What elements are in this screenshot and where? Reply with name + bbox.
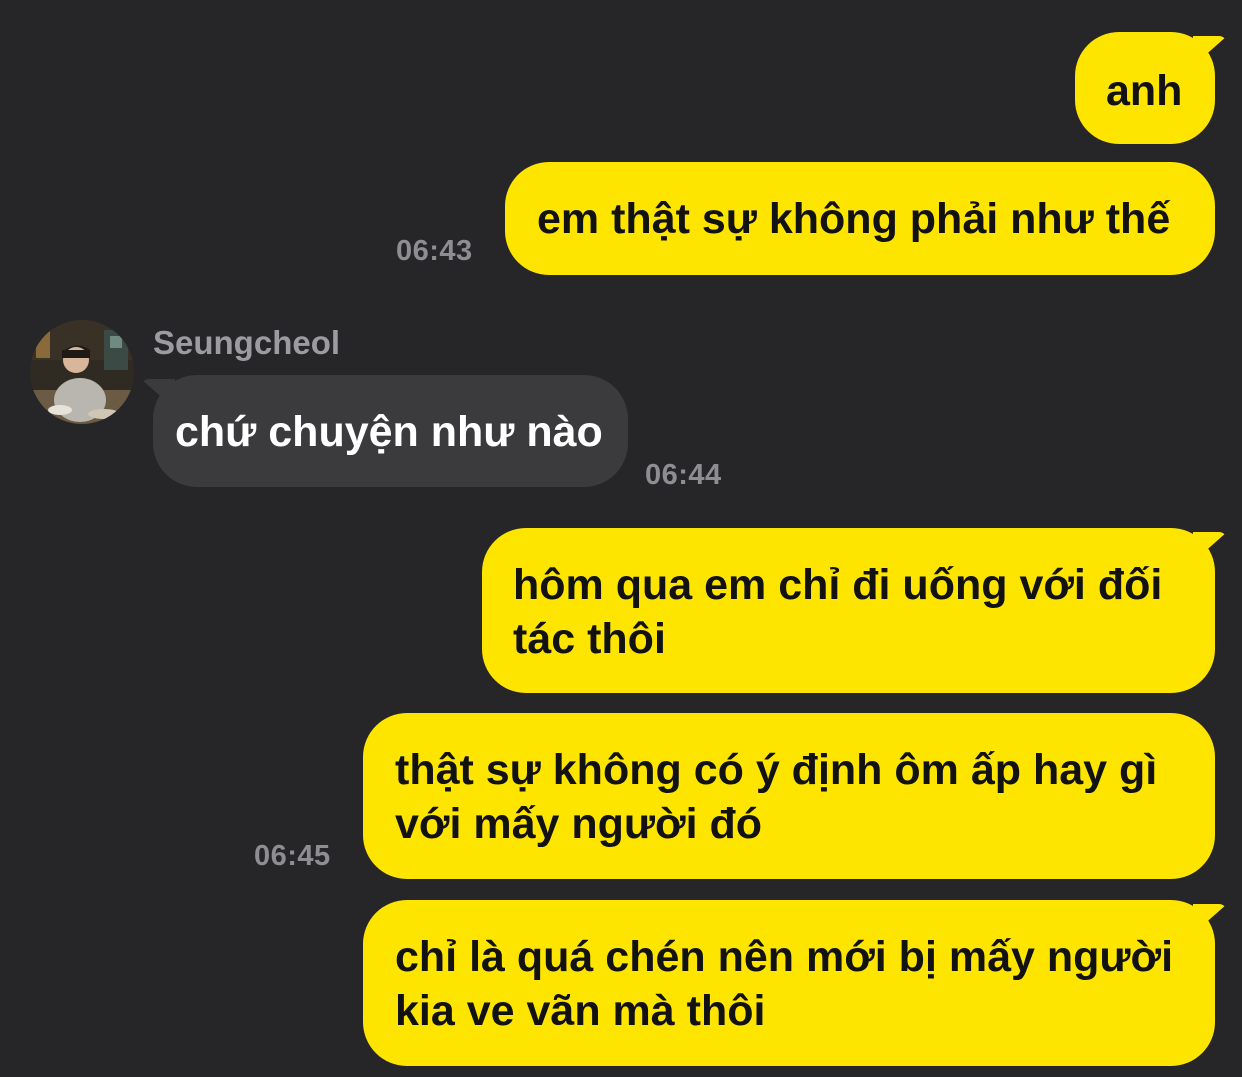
outgoing-message-bubble[interactable]: hôm qua em chỉ đi uống với đối tác thôi <box>482 528 1227 693</box>
incoming-message-bubble[interactable]: chứ chuyện như nào <box>141 375 628 487</box>
outgoing-message-bubble[interactable]: em thật sự không phải như thế <box>505 162 1215 275</box>
contact-avatar[interactable] <box>30 320 134 424</box>
message-timestamp: 06:43 <box>396 235 473 267</box>
message-text: thật sự không có ý định ôm ấp hay gì với… <box>395 746 1158 848</box>
contact-name: Seungcheol <box>153 324 341 361</box>
message-text: chứ chuyện như nào <box>175 408 603 456</box>
outgoing-message-bubble[interactable]: chỉ là quá chén nên mới bị mấy người kia… <box>363 900 1227 1066</box>
message-timestamp: 06:45 <box>254 840 331 872</box>
outgoing-message-bubble[interactable]: thật sự không có ý định ôm ấp hay gì với… <box>363 713 1215 879</box>
message-text: anh <box>1106 67 1183 115</box>
message-timestamp: 06:44 <box>645 459 722 491</box>
message-text: hôm qua em chỉ đi uống với đối tác thôi <box>513 561 1163 663</box>
profile-photo-icon <box>30 320 134 424</box>
message-text: em thật sự không phải như thế <box>537 195 1171 243</box>
outgoing-message-bubble[interactable]: anh <box>1075 32 1227 144</box>
message-text: chỉ là quá chén nên mới bị mấy người kia… <box>395 933 1174 1035</box>
